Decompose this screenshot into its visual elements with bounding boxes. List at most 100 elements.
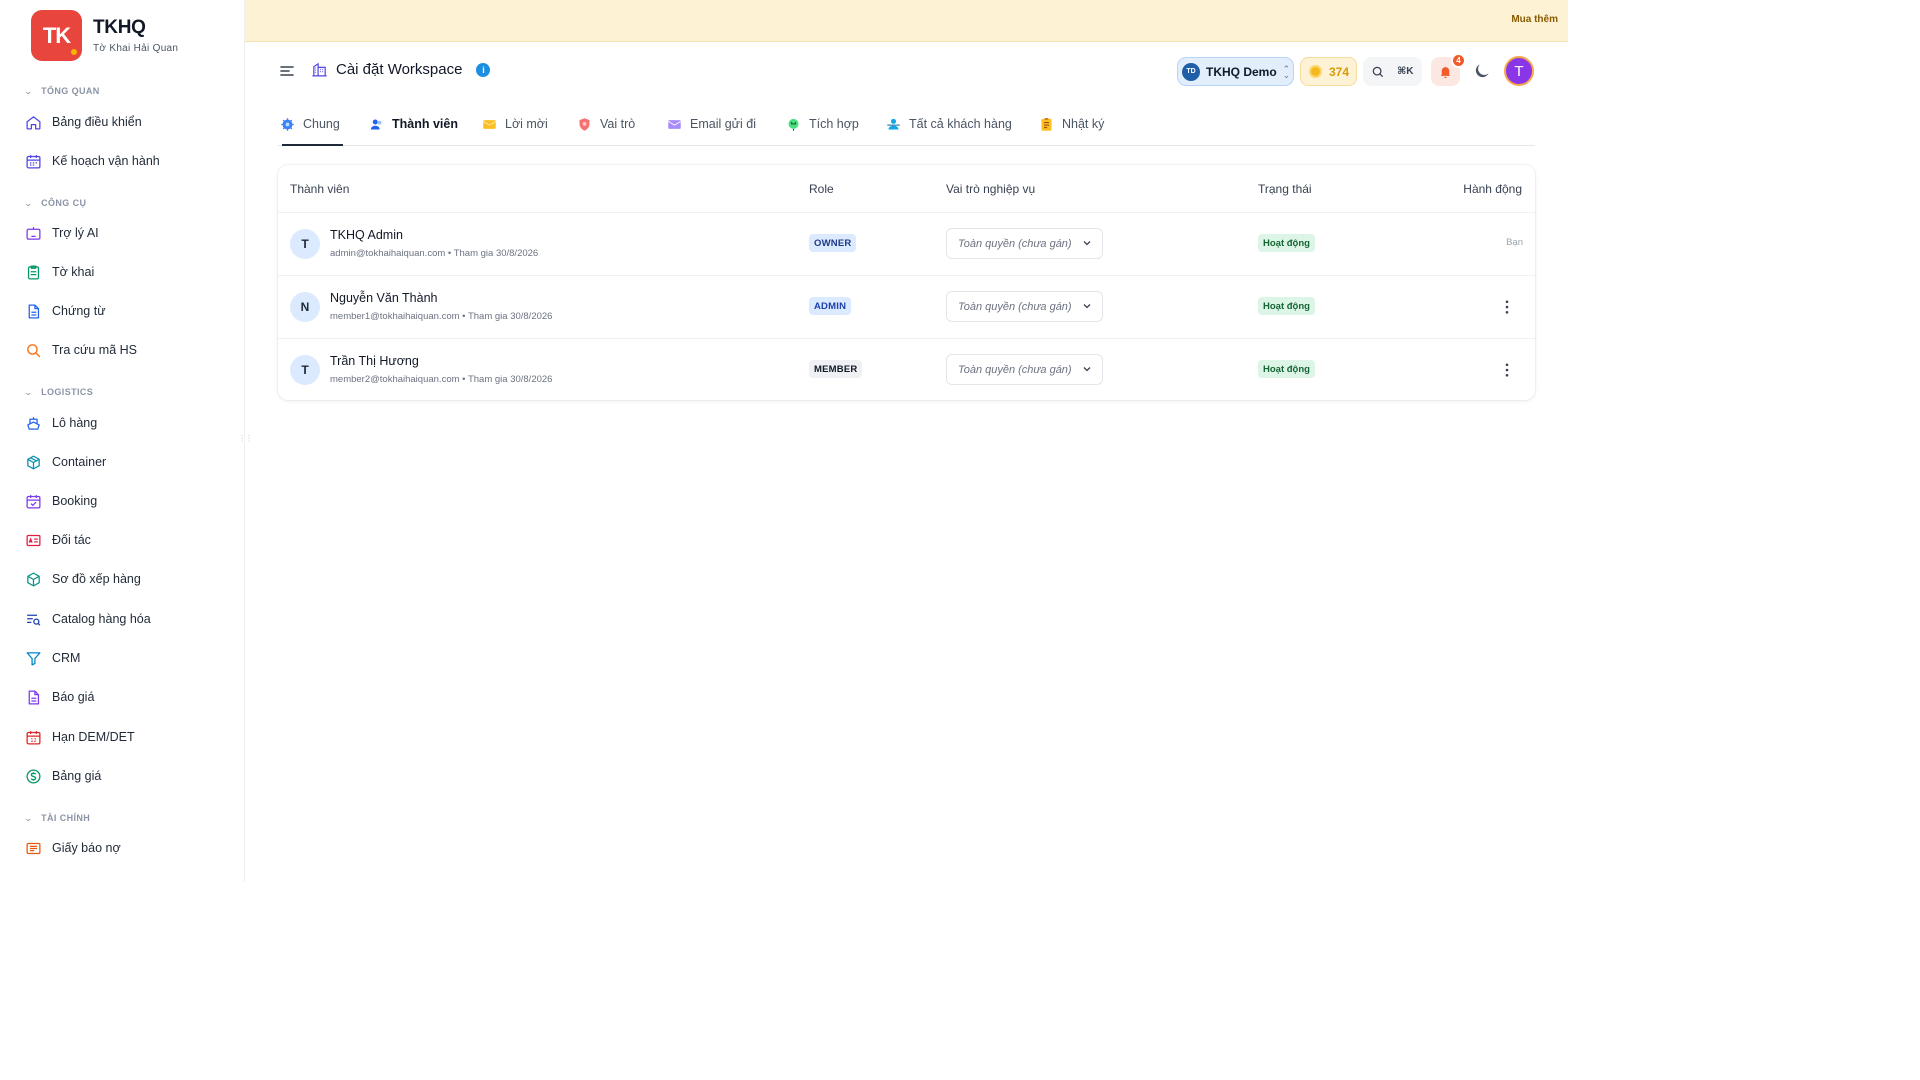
sidebar-item-ai-assistant[interactable]: Trợ lý AI [24, 223, 99, 243]
sidebar-item-label: Hạn DEM/DET [52, 730, 135, 744]
sidebar-item-hs-lookup[interactable]: Tra cứu mã HS [24, 340, 137, 360]
sidebar-item-label: Booking [52, 494, 98, 508]
chevron-down-icon [1083, 367, 1091, 372]
sidebar-item-documents[interactable]: Chứng từ [24, 301, 106, 321]
dark-mode-toggle[interactable] [1472, 61, 1492, 81]
brand-logo-text: TK [42, 22, 71, 48]
member-name: Nguyễn Văn Thành [330, 291, 438, 305]
brand-subtitle: Tờ Khai Hải Quan [93, 43, 179, 54]
tab-outgoing-email[interactable]: Email gửi đi [667, 115, 756, 133]
sidebar-item-price-list[interactable]: Bảng giá [24, 766, 101, 786]
status-badge: Hoạt động [1258, 360, 1315, 378]
sidebar-item-label: Kế hoạch vận hành [52, 154, 160, 168]
sidebar-item-dashboard[interactable]: Bảng điều khiển [24, 112, 142, 132]
menu-icon [280, 66, 294, 76]
row-actions-menu-button[interactable] [1499, 297, 1515, 317]
funnel-icon [24, 649, 42, 667]
tab-members[interactable]: Thành viên [369, 115, 458, 133]
business-role-select[interactable]: Toàn quyền (chưa gán) [946, 228, 1103, 259]
workspace-switcher[interactable]: TD TKHQ Demo ⌃ ⌄ [1177, 57, 1294, 86]
sidebar-item-label: Container [52, 455, 107, 469]
menu-toggle-button[interactable] [279, 63, 295, 79]
tab-activity-log[interactable]: Nhật ký [1039, 115, 1104, 133]
member-avatar: T [290, 355, 320, 385]
page-title: Cài đặt Workspace [336, 61, 463, 78]
list-search-icon [24, 610, 42, 628]
workspace-avatar: TD [1182, 62, 1200, 81]
log-icon [1041, 117, 1052, 131]
sidebar-item-quotes[interactable]: Báo giá [24, 687, 94, 707]
brand[interactable]: TK TKHQ Tờ Khai Hải Quan [31, 10, 178, 61]
more-vertical-icon [1505, 363, 1509, 377]
quote-document-icon [24, 688, 42, 706]
members-table: Thành viên Role Vai trò nghiệp vụ Trạng … [278, 165, 1535, 400]
sidebar-item-label: Đối tác [52, 533, 91, 547]
sidebar-item-debit-notes[interactable]: Giấy báo nợ [24, 838, 121, 858]
section-tong-quan[interactable]: ⌄ TỔNG QUAN [23, 86, 100, 96]
tab-invitations[interactable]: Lời mời [482, 115, 548, 133]
credits-badge[interactable]: 374 [1300, 57, 1357, 86]
clipboard-icon [24, 263, 42, 281]
sidebar-item-booking[interactable]: Booking [24, 491, 97, 511]
box-icon [24, 453, 42, 471]
sidebar-item-operations-plan[interactable]: Kế hoạch vận hành [24, 151, 160, 171]
search-icon [1372, 66, 1384, 77]
member-name: Trần Thị Hương [330, 354, 419, 368]
cube-icon [24, 570, 42, 588]
sidebar-item-load-plan[interactable]: Sơ đồ xếp hàng [24, 569, 141, 589]
sidebar-item-label: Lô hàng [52, 416, 98, 430]
sidebar-item-shipments[interactable]: Lô hàng [24, 413, 97, 433]
document-icon [24, 302, 42, 320]
member-email-joined: member2@tokhaihaiquan.com • Tham gia 30/… [330, 374, 553, 385]
sidebar-item-crm[interactable]: CRM [24, 648, 80, 668]
business-role-select[interactable]: Toàn quyền (chưa gán) [946, 354, 1103, 385]
business-role-value: Toàn quyền (chưa gán) [958, 300, 1072, 313]
tab-label: Thành viên [392, 117, 458, 131]
active-tab-indicator [282, 144, 343, 146]
role-badge: OWNER [809, 234, 857, 252]
sidebar-item-dem-det[interactable]: 12 Hạn DEM/DET [24, 727, 135, 747]
chevron-down-icon: ⌄ [23, 86, 34, 96]
section-label: TỔNG QUAN [41, 86, 100, 96]
search-button[interactable]: ⌘K [1363, 57, 1422, 86]
tab-integrations[interactable]: Tích hợp [786, 115, 859, 133]
section-label: TÀI CHÍNH [41, 813, 91, 823]
section-label: CÔNG CỤ [41, 198, 87, 208]
section-logistics[interactable]: ⌄ LOGISTICS [23, 387, 93, 397]
info-icon[interactable]: i [476, 62, 491, 77]
tab-roles[interactable]: Vai trò [577, 115, 635, 133]
chevron-up-down-icon: ⌃ ⌄ [1282, 63, 1291, 80]
chevron-down-icon: ⌄ [23, 198, 34, 208]
sidebar-resize-handle[interactable]: ⋮⋮ [238, 434, 253, 443]
notifications-button[interactable]: 4 [1431, 53, 1466, 86]
row-actions-menu-button[interactable] [1499, 360, 1515, 380]
column-header-business-role: Vai trò nghiệp vụ [946, 182, 1036, 196]
ship-icon [24, 414, 42, 432]
notification-count-badge: 4 [1451, 53, 1466, 68]
chevron-down-icon: ⌄ [23, 387, 34, 397]
business-role-value: Toàn quyền (chưa gán) [958, 363, 1072, 376]
user-avatar[interactable]: T [1504, 56, 1534, 86]
tab-general[interactable]: Chung [280, 115, 340, 133]
sidebar-item-container[interactable]: Container [24, 452, 106, 472]
settings-tabs: Chung Thành viên Lời mời Vai trò Email g… [278, 103, 1535, 146]
tab-label: Nhật ký [1062, 117, 1105, 131]
moon-icon [1475, 64, 1489, 78]
column-header-actions: Hành động [1463, 182, 1522, 196]
column-header-role: Role [809, 182, 834, 196]
section-tai-chinh[interactable]: ⌄ TÀI CHÍNH [24, 813, 91, 823]
business-role-select[interactable]: Toàn quyền (chưa gán) [946, 291, 1103, 322]
sidebar-item-partners[interactable]: Đối tác [24, 530, 91, 550]
member-name: TKHQ Admin [330, 228, 403, 242]
chevron-down-icon [1083, 304, 1091, 309]
search-icon [24, 341, 42, 359]
section-cong-cu[interactable]: ⌄ CÔNG CỤ [23, 198, 87, 208]
tab-all-customers[interactable]: Tất cả khách hàng [886, 115, 1012, 133]
calendar-check-icon [24, 492, 42, 510]
chevron-down-icon [1083, 241, 1091, 246]
sidebar-item-declarations[interactable]: Tờ khai [24, 262, 94, 282]
member-email-joined: admin@tokhaihaiquan.com • Tham gia 30/8/… [330, 248, 539, 259]
sidebar-item-catalog[interactable]: Catalog hàng hóa [24, 609, 151, 629]
svg-text:12: 12 [30, 738, 36, 744]
buy-more-link[interactable]: Mua thêm [1511, 14, 1558, 25]
